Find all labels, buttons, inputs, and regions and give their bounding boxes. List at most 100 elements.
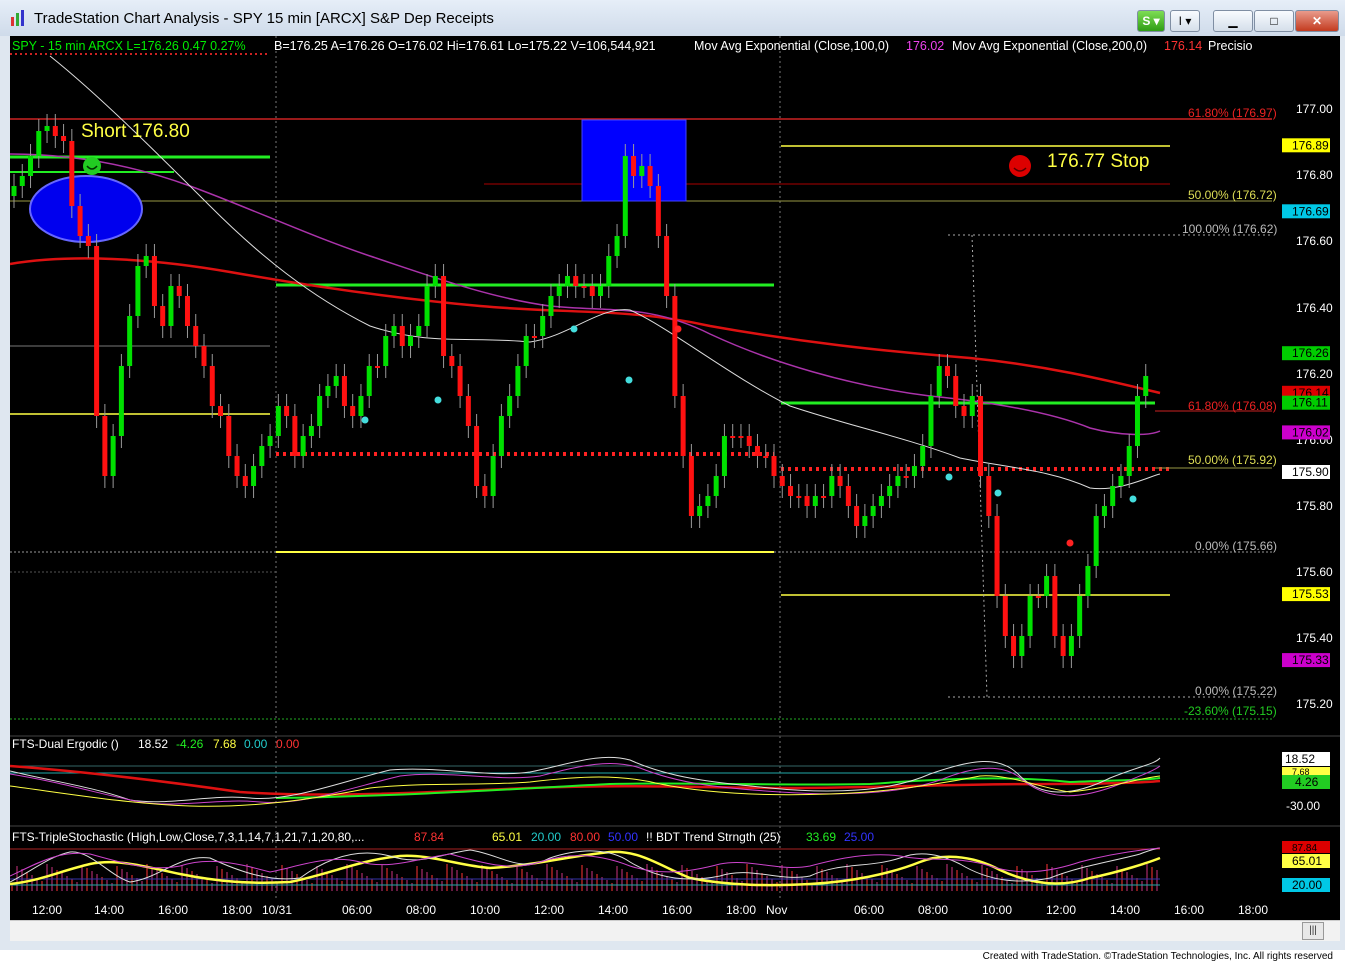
chart-header: SPY - 15 min ARCX L=176.26 0.47 0.27% B=… (12, 39, 1253, 53)
price-tick: 175.20 (1296, 697, 1333, 711)
fib-label: 0.00% (175.22) (1195, 684, 1277, 698)
stoch-value: 87.84 (414, 830, 444, 844)
fib-label: 50.00% (176.72) (1188, 188, 1277, 202)
tradestation-app-icon (11, 10, 24, 26)
ergodic-header: FTS-Dual Ergodic () 18.52 -4.26 7.68 0.0… (12, 737, 300, 751)
price-badge: 176.69 (1282, 204, 1330, 219)
time-tick: 12:00 (1046, 903, 1076, 917)
time-tick: 08:00 (406, 903, 436, 917)
red-frown-icon[interactable] (1009, 155, 1031, 177)
stoch-label: FTS-TripleStochastic (High,Low,Close,7,3… (12, 830, 364, 844)
price-tick: 176.20 (1296, 367, 1333, 381)
stoch-value: 50.00 (608, 830, 638, 844)
red-dot (1066, 539, 1074, 547)
cyan-dot (625, 376, 633, 384)
short-annotation: Short 176.80 (81, 121, 190, 142)
minimize-icon: ▁ (1228, 14, 1238, 28)
time-tick: 06:00 (854, 903, 884, 917)
cyan-dot (434, 396, 442, 404)
time-tick: 16:00 (158, 903, 188, 917)
minimize-button[interactable]: ▁ (1213, 10, 1253, 32)
ergodic-value: 0.00 (244, 737, 268, 751)
info-i-button[interactable]: I ▾ (1170, 10, 1200, 32)
price-badge-text: 175.90 (1292, 465, 1329, 479)
horizontal-scrollbar[interactable]: ||| (10, 920, 1340, 941)
price-badge: 175.33 (1282, 653, 1330, 668)
stop-annotation: 176.77 Stop (1047, 151, 1149, 172)
title-bar[interactable]: TradeStation Chart Analysis - SPY 15 min… (0, 0, 1345, 36)
price-tick: 177.00 (1296, 102, 1333, 116)
stoch-axis-value: 65.01 (1292, 854, 1322, 868)
price-tick: 176.80 (1296, 168, 1333, 182)
price-badge: 175.90 (1282, 465, 1330, 479)
time-tick: 18:00 (222, 903, 252, 917)
blue-ellipse-highlight[interactable] (29, 175, 143, 243)
price-badge-text: 176.02 (1292, 425, 1329, 439)
price-candle (1052, 564, 1058, 648)
price-badge-text: 176.89 (1292, 138, 1329, 152)
price-candle (118, 354, 124, 448)
price-badge: 176.11 (1282, 395, 1330, 410)
time-tick: Nov (766, 903, 787, 917)
maximize-button[interactable]: □ (1254, 10, 1294, 32)
price-tick: 176.40 (1296, 301, 1333, 315)
cyan-dot (1129, 495, 1137, 503)
time-tick: 12:00 (32, 903, 62, 917)
price-tick: 175.60 (1296, 565, 1333, 579)
price-candle (978, 384, 984, 488)
price-badge: 176.89 (1282, 138, 1330, 153)
price-badges: 176.89176.69176.26176.14176.11176.02175.… (1282, 138, 1330, 668)
price-candle (672, 284, 678, 408)
i-button-label: I (1178, 14, 1182, 28)
time-tick: 18:00 (1238, 903, 1268, 917)
footer-credit: Created with TradeStation. ©TradeStation… (982, 951, 1333, 962)
close-button[interactable]: ✕ (1295, 10, 1339, 32)
price-candle (441, 264, 447, 368)
price-badge-text: 176.69 (1292, 204, 1329, 218)
time-tick: 06:00 (342, 903, 372, 917)
cyan-dot (570, 325, 578, 333)
price-candle (474, 414, 480, 498)
ergodic-value: 7.68 (213, 737, 237, 751)
green-smiley-icon[interactable] (83, 157, 101, 175)
ergodic-axis-value: 18.52 (1285, 752, 1315, 766)
ergodic-value: -4.26 (176, 737, 204, 751)
time-tick: 10:00 (470, 903, 500, 917)
ma100-label: Mov Avg Exponential (Close,100,0) (694, 39, 889, 53)
window-title: TradeStation Chart Analysis - SPY 15 min… (34, 10, 494, 27)
red-dot (674, 325, 682, 333)
price-tick: 175.80 (1296, 499, 1333, 513)
price-candle (102, 404, 108, 488)
bdt-label: !! BDT Trend Strngth (25) (646, 830, 781, 844)
price-candle (688, 444, 694, 528)
bdt-value: 25.00 (844, 830, 874, 844)
strategy-s-button[interactable]: S ▾ (1137, 10, 1165, 32)
fib-label: 61.80% (176.08) (1188, 399, 1277, 413)
price-candle (994, 504, 1000, 608)
fib-label: 61.80% (176.97) (1188, 106, 1277, 120)
chart-area[interactable]: SPY - 15 min ARCX L=176.26 0.47 0.27% B=… (10, 36, 1340, 920)
scroll-button[interactable]: ||| (1302, 922, 1324, 940)
time-tick: 10:00 (982, 903, 1012, 917)
scroll-arrows-icon: ||| (1309, 925, 1317, 936)
price-candle (622, 144, 628, 248)
app-window: TradeStation Chart Analysis - SPY 15 min… (0, 0, 1345, 950)
ergodic-axis-value: -30.00 (1286, 799, 1320, 813)
fib-label: 50.00% (175.92) (1188, 453, 1277, 467)
time-tick: 18:00 (726, 903, 756, 917)
time-tick: 16:00 (1174, 903, 1204, 917)
stoch-header: FTS-TripleStochastic (High,Low,Close,7,3… (12, 830, 874, 844)
price-badge: 176.26 (1282, 346, 1330, 361)
cyan-dot (361, 416, 369, 424)
price-badge-text: 175.33 (1292, 653, 1329, 667)
ma100-value: 176.02 (906, 39, 944, 53)
ergodic-value: 18.52 (138, 737, 168, 751)
ma200-value: 176.14 (1164, 39, 1202, 53)
price-candle (94, 234, 100, 428)
stoch-value: 80.00 (570, 830, 600, 844)
precision-label: Precisio (1208, 39, 1253, 53)
cyan-dot (994, 489, 1002, 497)
stoch-axis: 87.84 65.01 20.00 (1282, 841, 1330, 892)
stoch-axis-value: 87.84 (1292, 843, 1317, 854)
time-tick: 08:00 (918, 903, 948, 917)
